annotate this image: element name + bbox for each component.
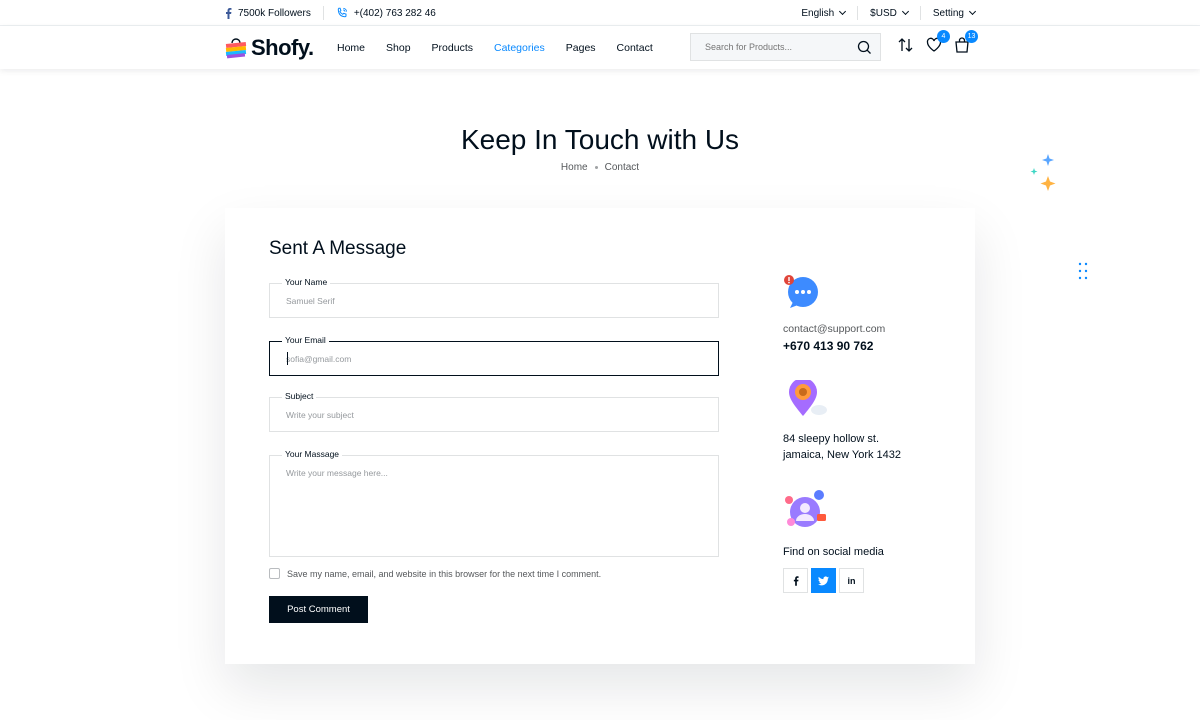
main-nav: Home Shop Products Categories Pages Cont… xyxy=(337,26,653,69)
followers-text: 7500k Followers xyxy=(238,7,311,19)
cart-badge: 13 xyxy=(965,30,978,43)
compare-arrows-icon xyxy=(898,38,913,52)
address-line-1: 84 sleepy hollow st. xyxy=(783,433,879,445)
top-bar: 7500k Followers +(402) 763 282 46 Englis… xyxy=(0,0,1200,26)
followers-link[interactable]: 7500k Followers xyxy=(225,7,311,19)
currency-dropdown[interactable]: $USD xyxy=(858,8,920,19)
breadcrumb-home[interactable]: Home xyxy=(561,162,588,173)
facebook-icon xyxy=(226,7,232,19)
divider xyxy=(322,6,324,20)
cart-button[interactable]: 13 xyxy=(954,30,978,54)
social-heading: Find on social media xyxy=(783,546,884,558)
email-label: Your Email xyxy=(282,335,329,345)
setting-label: Setting xyxy=(932,7,964,19)
linkedin-button[interactable]: in xyxy=(839,568,864,593)
facebook-icon xyxy=(793,575,799,586)
page-title: Keep In Touch with Us xyxy=(460,124,740,155)
chevron-down-icon xyxy=(839,7,847,16)
social-links: in xyxy=(783,568,864,593)
phone-icon xyxy=(337,7,347,18)
nav-shop[interactable]: Shop xyxy=(386,42,411,54)
logo[interactable]: Shofy. xyxy=(225,35,314,61)
subject-field[interactable]: Subject Write your subject xyxy=(269,391,719,432)
contact-email[interactable]: contact@support.com xyxy=(783,323,885,335)
logo-text: Shofy. xyxy=(251,35,314,60)
text-cursor xyxy=(287,352,288,365)
nav-products[interactable]: Products xyxy=(432,42,473,54)
email-field[interactable]: Your Email sofia@gmail.com xyxy=(269,335,719,376)
shopping-bag-logo-icon xyxy=(225,38,247,59)
language-label: English xyxy=(801,7,835,19)
subject-placeholder: Write your subject xyxy=(286,410,354,420)
search-icon[interactable] xyxy=(857,40,872,55)
sparkles-decoration-icon xyxy=(1030,154,1056,191)
breadcrumb: Home Contact xyxy=(0,162,1200,173)
message-placeholder: Write your message here... xyxy=(286,468,388,478)
search-input[interactable] xyxy=(705,42,845,52)
location-pin-icon xyxy=(789,380,827,416)
name-field[interactable]: Your Name Samuel Serif xyxy=(269,277,719,318)
currency-label: $USD xyxy=(870,7,897,19)
message-textarea[interactable]: Your Massage Write your message here... xyxy=(269,449,719,557)
nav-categories[interactable]: Categories xyxy=(494,42,545,54)
facebook-button[interactable] xyxy=(783,568,808,593)
remember-row: Save my name, email, and website in this… xyxy=(269,568,601,579)
address-line-2: jamaica, New York 1432 xyxy=(783,449,902,461)
nav-contact[interactable]: Contact xyxy=(617,42,653,54)
phone-text: +(402) 763 282 46 xyxy=(353,7,436,19)
twitter-button[interactable] xyxy=(811,568,836,593)
linkedin-icon: in xyxy=(847,575,856,586)
compare-button[interactable] xyxy=(898,36,914,54)
breadcrumb-separator xyxy=(594,165,598,169)
social-people-icon xyxy=(785,490,826,527)
setting-dropdown[interactable]: Setting xyxy=(921,7,977,19)
name-label: Your Name xyxy=(282,277,331,287)
phone-link[interactable]: +(402) 763 282 46 xyxy=(336,7,436,19)
wishlist-button[interactable]: 4 xyxy=(926,30,950,54)
main-header: Shofy. Home Shop Products Categories Pag… xyxy=(0,26,1200,69)
chevron-down-icon xyxy=(901,7,909,16)
remember-label[interactable]: Save my name, email, and website in this… xyxy=(287,569,601,579)
dots-decoration-icon xyxy=(1078,262,1088,280)
twitter-icon xyxy=(818,575,829,585)
email-placeholder: sofia@gmail.com xyxy=(286,354,352,364)
contact-card: Sent A Message Your Name Samuel Serif Yo… xyxy=(225,208,975,664)
chevron-down-icon xyxy=(968,7,977,16)
contact-phone[interactable]: +670 413 90 762 xyxy=(783,339,873,353)
header-actions: 4 13 xyxy=(898,30,978,54)
post-comment-button[interactable]: Post Comment xyxy=(269,596,368,623)
breadcrumb-current: Contact xyxy=(604,162,640,173)
name-placeholder: Samuel Serif xyxy=(286,296,335,306)
message-label: Your Massage xyxy=(282,449,343,459)
chat-bubble-icon xyxy=(784,275,818,308)
remember-checkbox[interactable] xyxy=(269,568,280,579)
nav-pages[interactable]: Pages xyxy=(566,42,596,54)
wishlist-badge: 4 xyxy=(937,30,950,43)
language-dropdown[interactable]: English xyxy=(789,8,857,19)
form-title: Sent A Message xyxy=(269,238,407,259)
search-box xyxy=(690,33,881,61)
subject-label: Subject xyxy=(282,391,317,401)
nav-home[interactable]: Home xyxy=(337,42,365,54)
